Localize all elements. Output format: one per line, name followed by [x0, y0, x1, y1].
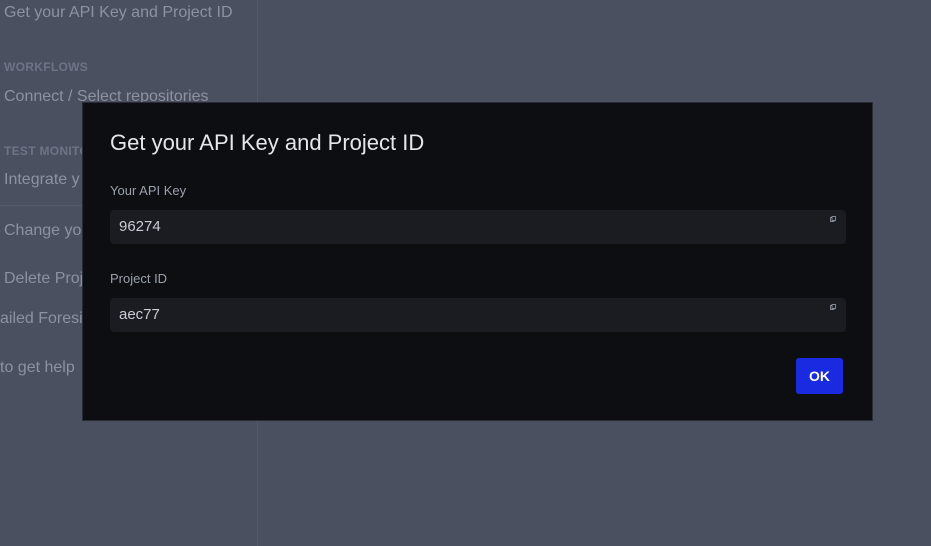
project-id-field[interactable]: aec77 — [110, 298, 846, 332]
project-id-value: aec77 — [119, 306, 160, 323]
sidebar-heading-test-monitoring: TEST MONITO — [4, 144, 90, 158]
api-key-field[interactable]: 96274 — [110, 210, 846, 244]
background-text-help: to get help — [0, 359, 75, 376]
sidebar-item-api-key[interactable]: Get your API Key and Project ID — [4, 4, 233, 22]
sidebar-item-change[interactable]: Change yo — [4, 222, 81, 240]
sidebar-heading-workflows: WORKFLOWS — [4, 60, 89, 74]
dialog-title: Get your API Key and Project ID — [110, 130, 425, 155]
api-key-label: Your API Key — [110, 183, 187, 198]
copy-icon[interactable] — [830, 216, 836, 222]
sidebar-item-integrate[interactable]: Integrate y — [4, 171, 80, 189]
api-key-dialog: Get your API Key and Project ID Your API… — [82, 102, 873, 421]
sidebar-item-delete-project[interactable]: Delete Proj — [4, 270, 83, 288]
background-text-failed: ailed Foresig — [0, 310, 92, 327]
api-key-value: 96274 — [119, 218, 161, 235]
ok-button[interactable]: OK — [796, 358, 843, 394]
copy-icon[interactable] — [830, 304, 836, 310]
project-id-label: Project ID — [110, 271, 168, 286]
